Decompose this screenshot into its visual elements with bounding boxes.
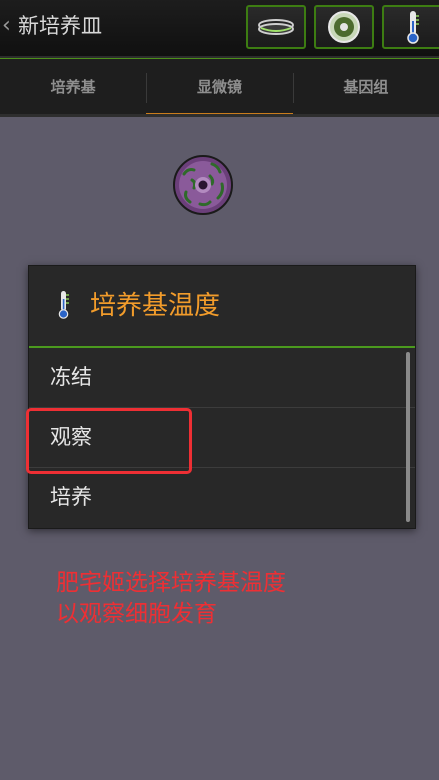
thermometer-icon [407, 11, 419, 44]
chevron-left-icon[interactable]: ‹ [2, 14, 16, 38]
caption-line-1: 肥宅姬选择培养基温度 [56, 570, 286, 596]
thermometer-button[interactable] [382, 5, 439, 49]
dish-lid-button[interactable] [246, 5, 306, 49]
petri-dish-image [173, 155, 233, 215]
tab-bar: 培养基 显微镜 基因组 [0, 58, 439, 117]
annotation-caption: 肥宅姬选择培养基温度 以观察细胞发育 [56, 568, 416, 630]
option-freeze[interactable]: 冻结 [29, 348, 405, 407]
petri-dish-icon [328, 11, 360, 43]
dish-lid-icon [258, 19, 294, 35]
tab-divider [0, 114, 439, 117]
tab-medium[interactable]: 培养基 [0, 59, 146, 117]
dialog-header: 培养基温度 [29, 266, 415, 348]
tab-genome[interactable]: 基因组 [292, 59, 439, 117]
action-bar: ‹ 新培养皿 [0, 0, 439, 58]
scrollbar[interactable] [406, 352, 410, 522]
caption-line-2: 以观察细胞发育 [56, 601, 217, 627]
thermometer-icon [58, 291, 69, 319]
page-title[interactable]: 新培养皿 [18, 12, 102, 40]
tab-microscope[interactable]: 显微镜 [146, 59, 293, 117]
temperature-dialog: 培养基温度 冻结 观察 培养 [28, 265, 416, 529]
petri-dish-button[interactable] [314, 5, 374, 49]
option-culture[interactable]: 培养 [29, 468, 405, 527]
highlight-box [26, 408, 192, 474]
dialog-title: 培养基温度 [90, 291, 221, 321]
